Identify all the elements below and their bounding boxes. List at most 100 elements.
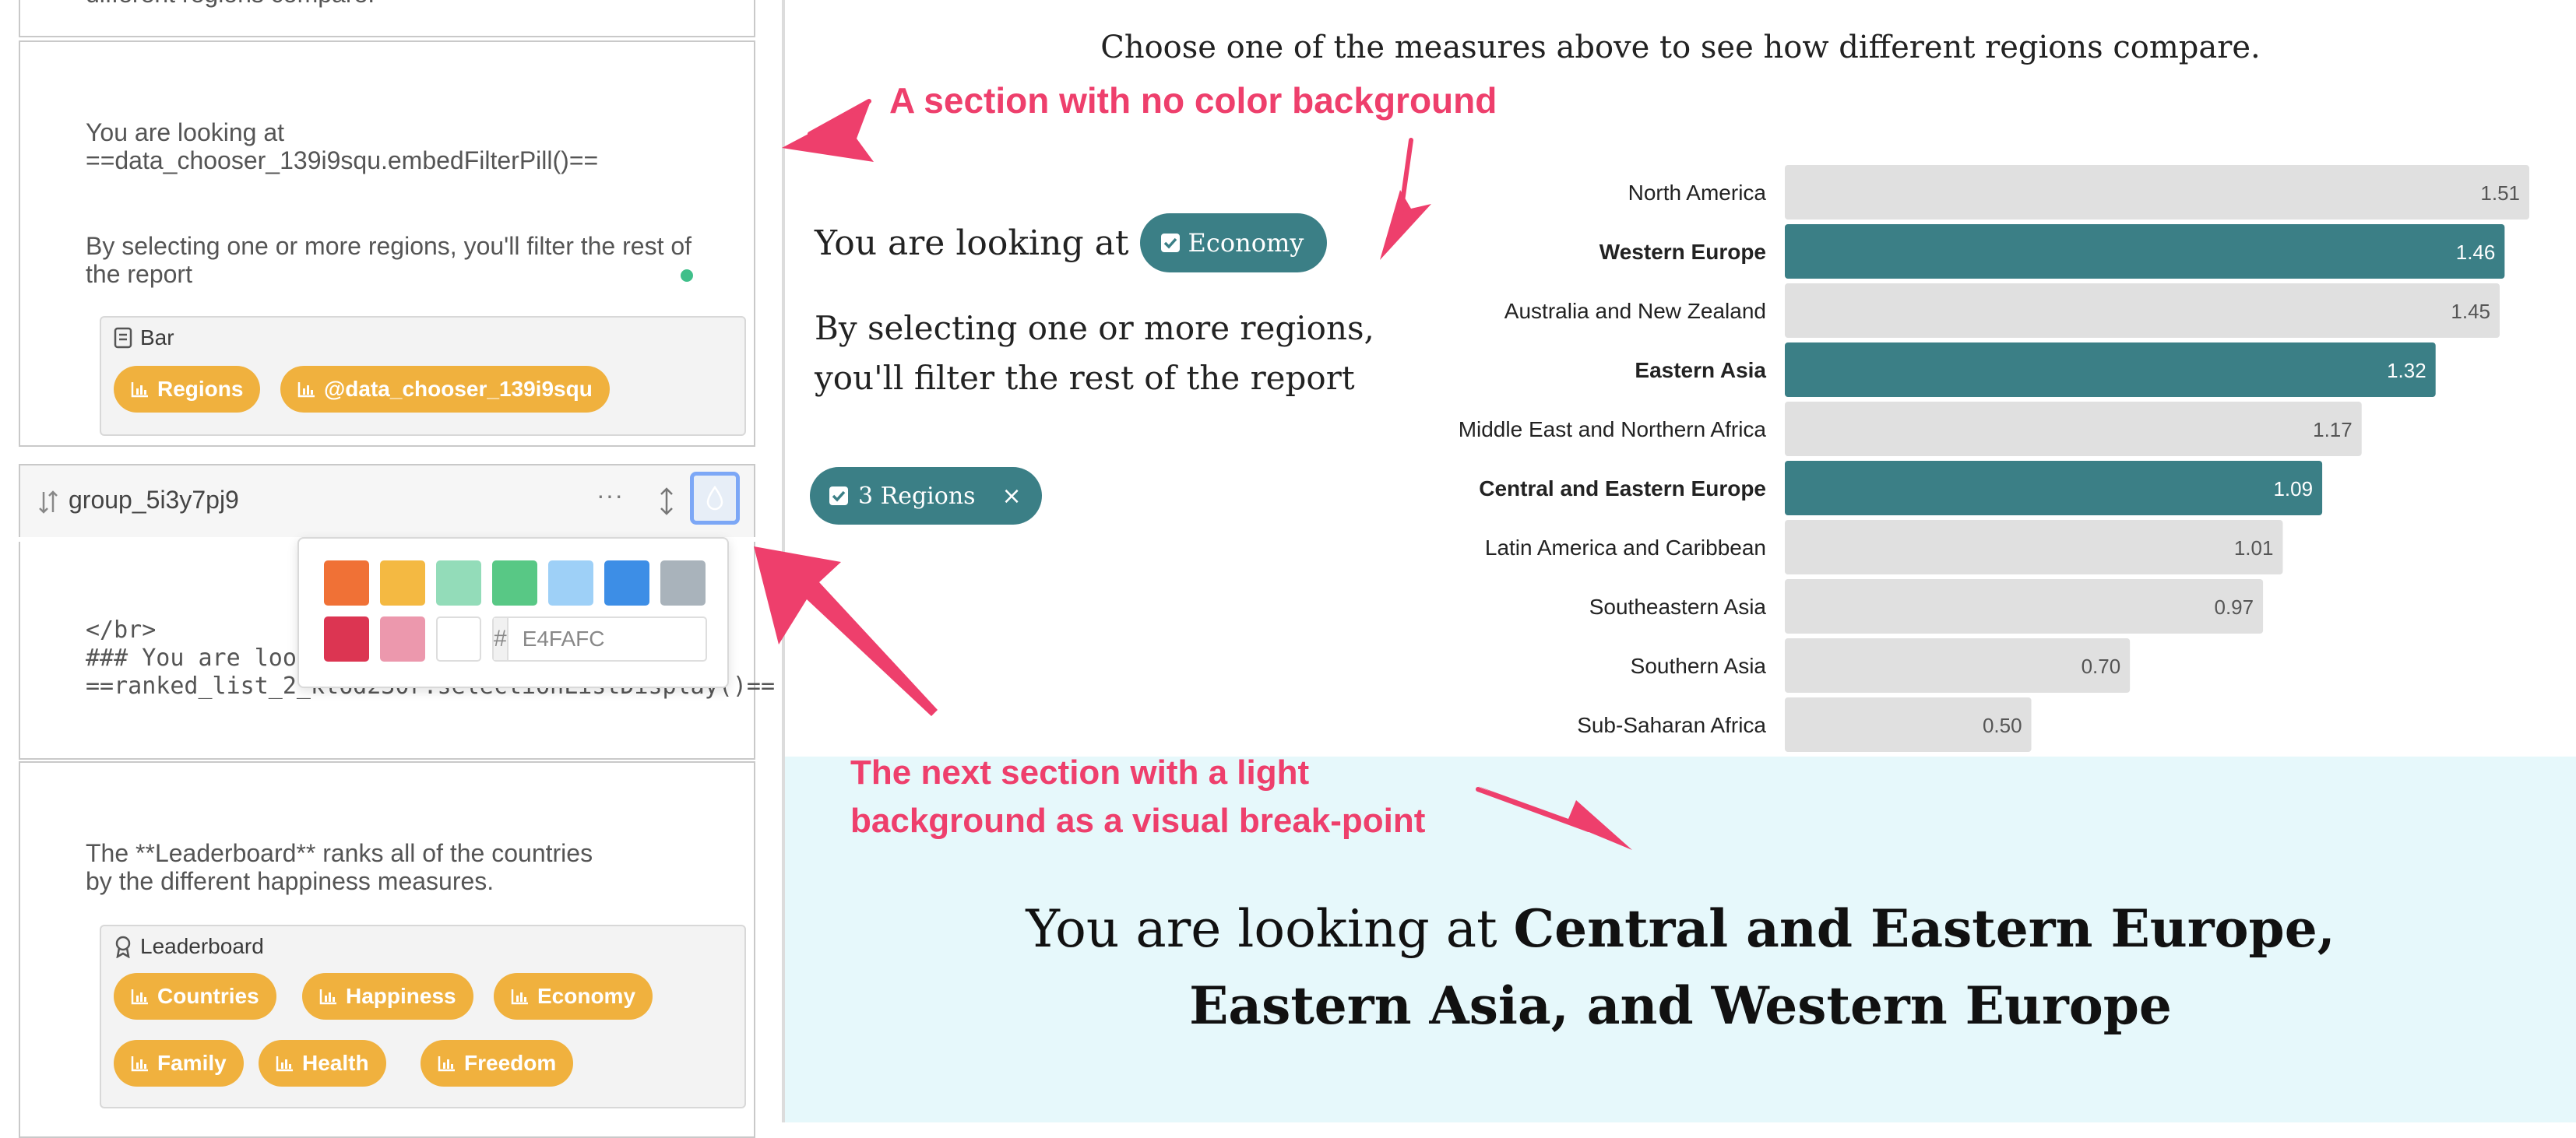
- category-label: Latin America and Caribbean: [1485, 536, 1766, 560]
- selection-line1: Central and Eastern Europe,: [1513, 898, 2335, 959]
- chip-freedom[interactable]: Freedom: [421, 1040, 574, 1087]
- bar-value-label: 1.01: [2234, 536, 2274, 560]
- chart-icon: [131, 989, 148, 1005]
- swatch-light-blue[interactable]: [548, 560, 593, 606]
- card1-paragraph: By selecting one or more regions, you'll…: [86, 232, 692, 288]
- leaderboard-box-title: Leaderboard: [114, 934, 264, 959]
- bar[interactable]: [1785, 224, 2505, 279]
- chip-family-label: Family: [157, 1051, 227, 1075]
- annotation-light-line1: The next section with a light: [850, 753, 1310, 792]
- sort-icon: [39, 490, 58, 514]
- chart-icon: [131, 382, 148, 398]
- bar[interactable]: [1785, 165, 2529, 220]
- award-icon: [115, 936, 131, 958]
- arrow-left-1: [782, 101, 874, 162]
- text-card-looking-at[interactable]: You are looking at ==data_chooser_139i9s…: [19, 40, 755, 447]
- bar[interactable]: [1785, 638, 2131, 693]
- bar[interactable]: [1785, 342, 2436, 397]
- annotation-light-background: The next section with a light background…: [850, 749, 1425, 845]
- swatch-white[interactable]: [436, 616, 481, 662]
- chart-icon: [131, 1056, 148, 1072]
- chip-happiness[interactable]: Happiness: [302, 973, 473, 1020]
- top-card-text: different regions compare.: [86, 0, 375, 8]
- resize-vertical-icon[interactable]: [659, 486, 674, 517]
- bar[interactable]: [1785, 461, 2323, 515]
- chip-countries[interactable]: Countries: [114, 973, 276, 1020]
- text-card-leaderboard[interactable]: The **Leaderboard** ranks all of the cou…: [19, 761, 755, 1138]
- chip-regions-label: Regions: [157, 377, 244, 401]
- bar-box-title: Bar: [114, 325, 174, 350]
- chip-data-chooser[interactable]: @data_chooser_139i9squ: [280, 366, 610, 413]
- swatch-green[interactable]: [492, 560, 537, 606]
- chip-family[interactable]: Family: [114, 1040, 244, 1087]
- checkbox-checked-icon: [829, 486, 848, 505]
- bar-value-label: 0.50: [1983, 714, 2022, 737]
- chip-economy[interactable]: Economy: [494, 973, 653, 1020]
- hex-color-field[interactable]: #: [492, 616, 805, 662]
- swatch-pink[interactable]: [380, 616, 425, 662]
- category-label: North America: [1628, 181, 1767, 205]
- background-color-button[interactable]: [690, 472, 740, 525]
- editor-panel: different regions compare. You are looki…: [0, 0, 805, 1138]
- bar-value-label: 1.32: [2387, 359, 2426, 382]
- more-options-button[interactable]: ···: [596, 481, 624, 510]
- annotation-light-line2: background as a visual break-point: [850, 802, 1426, 840]
- chip-data-chooser-label: @data_chooser_139i9squ: [324, 377, 593, 401]
- category-label: Eastern Asia: [1635, 358, 1766, 382]
- looking-at-line: You are looking at Economy: [815, 213, 1328, 272]
- region-bar-chart: North America 1.51 Western Europe 1.46 Austr…: [1459, 165, 2529, 752]
- chip-happiness-label: Happiness: [346, 984, 456, 1008]
- swatch-blue[interactable]: [604, 560, 649, 606]
- leaderboard-reference-box[interactable]: Leaderboard Countries Happiness Economy …: [100, 925, 746, 1108]
- card2-line2: ### You are looki: [86, 645, 326, 672]
- card2-line1: </br>: [86, 616, 157, 644]
- bar[interactable]: [1785, 402, 2362, 456]
- chart-icon: [511, 989, 528, 1005]
- category-label: Middle East and Northern Africa: [1459, 417, 1767, 441]
- category-label: Western Europe: [1599, 240, 1766, 264]
- chart-icon: [276, 1056, 293, 1072]
- top-text-card[interactable]: different regions compare.: [19, 0, 755, 37]
- bar-value-label: 1.51: [2480, 181, 2520, 205]
- bar[interactable]: [1785, 283, 2500, 338]
- bar-value-label: 0.97: [2215, 595, 2254, 619]
- arrow-left-1-line: [808, 99, 871, 136]
- bar-value-label: 1.46: [2456, 241, 2496, 264]
- leaderboard-box-title-text: Leaderboard: [140, 934, 264, 958]
- card3-line1: The **Leaderboard** ranks all of the cou…: [86, 839, 593, 867]
- swatch-orange[interactable]: [324, 560, 369, 606]
- regions-filter-pill[interactable]: 3 Regions ×: [810, 467, 1042, 525]
- category-label: Southern Asia: [1631, 654, 1767, 678]
- hex-color-input[interactable]: [508, 618, 805, 660]
- bar-box-title-text: Bar: [140, 325, 174, 349]
- group-name[interactable]: group_5i3y7pj9: [69, 486, 239, 515]
- bar-value-label: 1.45: [2451, 300, 2490, 323]
- card3-line2: by the different happiness measures.: [86, 867, 494, 895]
- group-header[interactable]: group_5i3y7pj9 ···: [19, 464, 755, 537]
- category-label: Sub-Saharan Africa: [1577, 713, 1766, 737]
- bar[interactable]: [1785, 520, 2283, 574]
- chip-countries-label: Countries: [157, 984, 259, 1008]
- checkbox-checked-icon: [1160, 234, 1180, 252]
- selection-prefix: You are looking at: [1026, 899, 1514, 959]
- category-label: Southeastern Asia: [1589, 595, 1767, 619]
- bar-value-label: 0.70: [2082, 655, 2121, 678]
- card1-line2: ==data_chooser_139i9squ.embedFilterPill(…: [86, 146, 599, 174]
- swatch-red[interactable]: [324, 616, 369, 662]
- annotation-no-background: A section with no color background: [889, 80, 1497, 121]
- chip-health-label: Health: [302, 1051, 369, 1075]
- swatch-gray[interactable]: [660, 560, 706, 606]
- droplet-icon: [706, 485, 723, 511]
- chip-health[interactable]: Health: [259, 1040, 386, 1087]
- close-icon[interactable]: ×: [1002, 483, 1022, 510]
- hex-hash-label: #: [494, 618, 509, 660]
- bar-reference-box[interactable]: Bar Regions @data_chooser_139i9squ: [100, 316, 746, 436]
- swatch-mint[interactable]: [436, 560, 481, 606]
- swatch-yellow[interactable]: [380, 560, 425, 606]
- chart-icon: [438, 1056, 455, 1072]
- status-dot: [681, 269, 693, 282]
- intro-text: Choose one of the measures above to see …: [1100, 30, 2261, 65]
- bar[interactable]: [1785, 579, 2264, 634]
- chip-economy-label: Economy: [537, 984, 636, 1008]
- chip-regions[interactable]: Regions: [114, 366, 261, 413]
